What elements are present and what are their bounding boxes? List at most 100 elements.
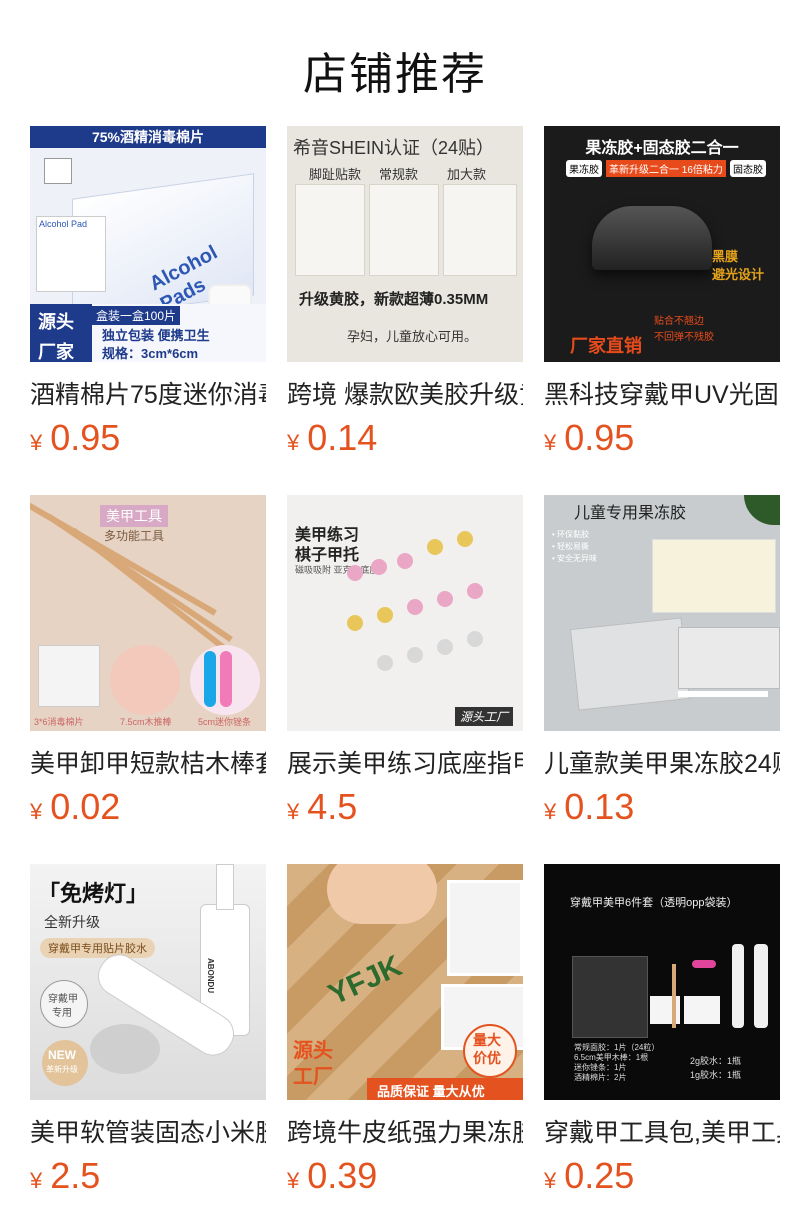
- image-title: 美甲工具: [100, 505, 168, 527]
- image-label: 贴合不翘边: [654, 316, 704, 327]
- brand-text: ABONDU: [206, 958, 215, 994]
- page-title: 店铺推荐: [303, 50, 487, 99]
- pad-text: Alcohol Pad: [36, 216, 106, 292]
- tip-pink: [371, 559, 387, 575]
- image-label: 不回弹不残胶: [654, 332, 714, 343]
- image-label: • 环保黏胶: [552, 530, 590, 539]
- sticker-sheet: [652, 539, 776, 613]
- sticker-sheet: [570, 617, 690, 711]
- product-price: ¥4.5: [287, 787, 525, 835]
- image-label: • 安全无异味: [552, 554, 598, 563]
- tip-silver: [407, 647, 423, 663]
- image-caption: 厂家直销: [570, 336, 642, 356]
- product-card[interactable]: YFJK 源头 工厂 量大 价优 品质保证 量大从优 跨境牛皮纸强力果冻胶 ¥0…: [287, 864, 525, 1204]
- leaf-decoration: [744, 495, 780, 525]
- product-image[interactable]: 美甲工具 多功能工具 3*6消毒棉片 7.5cm木推棒 5cm迷你锉条: [30, 495, 266, 731]
- image-caption: 源头: [293, 1040, 333, 1062]
- currency-symbol: ¥: [287, 430, 300, 455]
- image-label: 穿戴甲: [48, 994, 78, 1005]
- product-image[interactable]: 希音SHEIN认证（24贴） 脚趾贴款 常规款 加大款 升级黄胶，新款超薄0.3…: [287, 126, 523, 362]
- tip-pink: [397, 553, 413, 569]
- currency-symbol: ¥: [287, 799, 300, 824]
- sticker-sheet: [295, 184, 365, 276]
- glue-bottle: [754, 944, 768, 1028]
- product-price: ¥0.25: [544, 1156, 782, 1204]
- product-card[interactable]: 75%酒精消毒棉片 Alcohol Pads Alcohol Pad 源头 厂家…: [30, 126, 268, 466]
- currency-symbol: ¥: [544, 430, 557, 455]
- image-label: • 轻松易撕: [552, 542, 590, 551]
- stone-decoration: [90, 1024, 160, 1074]
- badge-text: 厂家: [38, 342, 74, 362]
- image-subtitle: 全新升级: [44, 914, 100, 930]
- nail-stick: [678, 691, 768, 697]
- image-pill: 固态胶: [730, 160, 766, 177]
- product-card[interactable]: 穿戴甲美甲6件套（透明opp袋装） 常规面胶：1片（24粒） 6.5cm美甲木棒…: [544, 864, 782, 1204]
- product-name[interactable]: 跨境 爆款欧美胶升级黄胶: [287, 378, 523, 412]
- image-label: 常规款: [379, 167, 419, 182]
- product-image[interactable]: YFJK 源头 工厂 量大 价优 品质保证 量大从优: [287, 864, 523, 1100]
- info-line: 盒装一盒100片: [92, 306, 181, 325]
- price-value: 0.14: [307, 417, 378, 458]
- product-name[interactable]: 展示美甲练习底座指甲托: [287, 747, 523, 781]
- glue-nozzle: [216, 864, 234, 910]
- image-banner: 75%酒精消毒棉片: [30, 126, 266, 148]
- product-price: ¥0.95: [30, 418, 268, 466]
- image-title: 果冻胶+固态胶二合一: [585, 140, 739, 157]
- image-caption: 工厂: [293, 1066, 333, 1088]
- image-label: 专用: [52, 1008, 72, 1019]
- currency-symbol: ¥: [287, 1168, 300, 1193]
- file-pink: [220, 651, 232, 707]
- gel-illustration: [592, 206, 712, 270]
- product-price: ¥0.02: [30, 787, 268, 835]
- image-pill: 穿戴甲专用贴片胶水: [40, 938, 155, 958]
- product-name[interactable]: 酒精棉片75度迷你消毒棉片: [30, 378, 266, 412]
- product-card[interactable]: 美甲工具 多功能工具 3*6消毒棉片 7.5cm木推棒 5cm迷你锉条 美甲卸甲…: [30, 495, 268, 835]
- tip-silver: [467, 631, 483, 647]
- image-label: 7.5cm木推棒: [120, 717, 172, 727]
- image-caption: 升级黄胶，新款超薄0.35MM: [299, 291, 489, 308]
- product-card[interactable]: 果冻胶+固态胶二合一 果冻胶 革新升级二合一 16倍粘力 固态胶 黑膜 避光设计…: [544, 126, 782, 466]
- price-value: 4.5: [307, 786, 358, 827]
- product-image[interactable]: 儿童专用果冻胶 • 环保黏胶 • 轻松易撕 • 安全无异味: [544, 495, 780, 731]
- wood-stick: [672, 964, 676, 1028]
- product-image[interactable]: 美甲练习 棋子甲托 磁吸吸附 亚克力底座 源头工厂: [287, 495, 523, 731]
- wipe-pack: [684, 996, 720, 1024]
- product-price: ¥2.5: [30, 1156, 268, 1204]
- product-name[interactable]: 黑科技穿戴甲UV光固化胶: [544, 378, 780, 412]
- image-label: 1g胶水：1瓶: [690, 1070, 742, 1080]
- product-image[interactable]: 穿戴甲美甲6件套（透明opp袋装） 常规面胶：1片（24粒） 6.5cm美甲木棒…: [544, 864, 780, 1100]
- product-name[interactable]: 儿童款美甲果冻胶24贴: [544, 747, 780, 781]
- image-label: 革新升级: [46, 1065, 78, 1074]
- product-image[interactable]: 果冻胶+固态胶二合一 果冻胶 革新升级二合一 16倍粘力 固态胶 黑膜 避光设计…: [544, 126, 780, 362]
- product-name[interactable]: 跨境牛皮纸强力果冻胶: [287, 1116, 523, 1150]
- product-name[interactable]: 美甲软管装固态小米胶水: [30, 1116, 266, 1150]
- currency-symbol: ¥: [544, 799, 557, 824]
- product-card[interactable]: 儿童专用果冻胶 • 环保黏胶 • 轻松易撕 • 安全无异味 儿童款美甲果冻胶24…: [544, 495, 782, 835]
- tip-pink: [347, 565, 363, 581]
- sticker-sheet: [443, 184, 517, 276]
- price-value: 0.25: [564, 1155, 635, 1196]
- product-image[interactable]: 75%酒精消毒棉片 Alcohol Pads Alcohol Pad 源头 厂家…: [30, 126, 266, 362]
- wipe-pack: [38, 645, 100, 707]
- product-card[interactable]: 「免烤灯」 全新升级 穿戴甲专用贴片胶水 ABONDU 穿戴甲 专用 NEW 革…: [30, 864, 268, 1204]
- product-image[interactable]: 「免烤灯」 全新升级 穿戴甲专用贴片胶水 ABONDU 穿戴甲 专用 NEW 革…: [30, 864, 266, 1100]
- sticker-sheet: [572, 956, 648, 1038]
- image-label: 5cm迷你锉条: [198, 717, 252, 727]
- product-price: ¥0.14: [287, 418, 525, 466]
- product-name[interactable]: 穿戴甲工具包,美甲工具: [544, 1116, 780, 1150]
- info-line: 规格：3cm*6cm: [102, 346, 199, 361]
- tip-gold: [427, 539, 443, 555]
- image-caption: 源头工厂: [455, 707, 514, 726]
- image-label: 加大款: [447, 167, 487, 182]
- product-card[interactable]: 希音SHEIN认证（24贴） 脚趾贴款 常规款 加大款 升级黄胶，新款超薄0.3…: [287, 126, 525, 466]
- tip-silver: [437, 639, 453, 655]
- price-value: 0.39: [307, 1155, 378, 1196]
- image-caption: 品质保证 量大从优: [377, 1084, 485, 1099]
- product-card[interactable]: 美甲练习 棋子甲托 磁吸吸附 亚克力底座 源头工厂 展示美甲练习底座指甲托 ¥4…: [287, 495, 525, 835]
- product-name[interactable]: 美甲卸甲短款桔木棒套装: [30, 747, 266, 781]
- sticker-sheet: [678, 627, 780, 689]
- product-price: ¥0.95: [544, 418, 782, 466]
- image-title: 儿童专用果冻胶: [574, 505, 687, 522]
- image-title: 希音SHEIN认证（24贴）: [293, 138, 495, 158]
- price-value: 2.5: [50, 1155, 101, 1196]
